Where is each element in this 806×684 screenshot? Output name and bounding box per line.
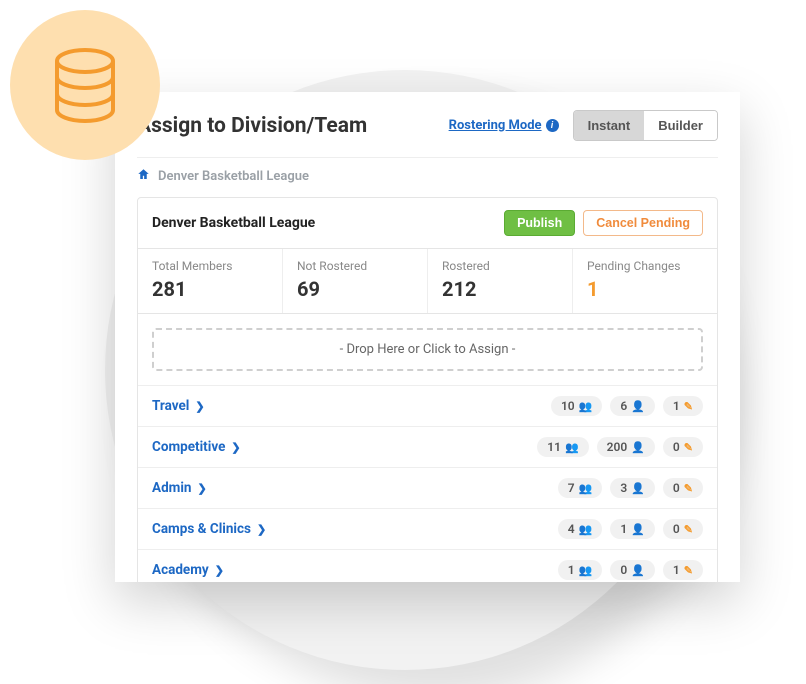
pending-badge[interactable]: 0✎ [663,478,703,498]
division-row-competitive: Competitive ❯ 11👥 200👤 0✎ [138,426,717,467]
people-badge[interactable]: 3👤 [610,478,655,498]
division-badges: 11👥 200👤 0✎ [537,437,703,457]
stat-total-value: 281 [152,277,268,301]
stat-pending-value: 1 [587,277,703,301]
stats-row: Total Members 281 Not Rostered 69 Roster… [138,249,717,314]
people-badge[interactable]: 1👤 [610,519,655,539]
chevron-right-icon: ❯ [215,564,224,577]
info-icon: i [546,119,559,132]
league-name: Denver Basketball League [152,215,315,231]
division-label: Competitive [152,439,225,455]
database-icon [51,48,119,123]
header-right: Rostering Mode i Instant Builder [449,110,718,141]
league-panel: Denver Basketball League Publish Cancel … [137,197,718,582]
division-row-camps-clinics: Camps & Clinics ❯ 4👥 1👤 0✎ [138,508,717,549]
chevron-right-icon: ❯ [257,523,266,536]
stat-pending-label: Pending Changes [587,259,703,273]
groups-icon: 👥 [565,442,579,453]
toggle-builder[interactable]: Builder [644,111,717,140]
division-row-travel: Travel ❯ 10👥 6👤 1✎ [138,385,717,426]
division-badges: 4👥 1👤 0✎ [558,519,703,539]
card-header: Assign to Division/Team Rostering Mode i… [115,92,740,153]
groups-badge[interactable]: 1👥 [558,560,603,580]
groups-badge[interactable]: 11👥 [537,437,588,457]
chevron-right-icon: ❯ [195,400,204,413]
stat-rostered-value: 212 [442,277,558,301]
division-link-academy[interactable]: Academy ❯ [152,562,224,578]
panel-head: Denver Basketball League Publish Cancel … [138,198,717,249]
division-link-camps-clinics[interactable]: Camps & Clinics ❯ [152,521,266,537]
pencil-icon: ✎ [684,483,693,494]
stat-rostered: Rostered 212 [428,249,573,313]
chevron-right-icon: ❯ [198,482,207,495]
pending-badge[interactable]: 0✎ [663,519,703,539]
pending-badge[interactable]: 1✎ [663,396,703,416]
pencil-icon: ✎ [684,565,693,576]
division-badges: 10👥 6👤 1✎ [551,396,703,416]
stat-notrostered-value: 69 [297,277,413,301]
stat-total-label: Total Members [152,259,268,273]
toggle-instant[interactable]: Instant [574,111,645,140]
page-title: Assign to Division/Team [137,114,367,138]
panel-actions: Publish Cancel Pending [504,210,703,236]
people-badge[interactable]: 200👤 [597,437,655,457]
groups-icon: 👥 [579,401,593,412]
division-link-travel[interactable]: Travel ❯ [152,398,205,414]
pencil-icon: ✎ [684,524,693,535]
pencil-icon: ✎ [684,401,693,412]
division-label: Camps & Clinics [152,521,251,537]
division-label: Admin [152,480,192,496]
groups-icon: 👥 [579,524,593,535]
publish-button[interactable]: Publish [504,210,575,236]
stat-not-rostered: Not Rostered 69 [283,249,428,313]
division-row-academy: Academy ❯ 1👥 0👤 1✎ [138,549,717,582]
person-icon: 👤 [631,401,645,412]
groups-badge[interactable]: 7👥 [558,478,603,498]
chevron-right-icon: ❯ [231,441,240,454]
division-label: Travel [152,398,189,414]
rostering-mode-link[interactable]: Rostering Mode i [449,118,559,133]
division-label: Academy [152,562,209,578]
person-icon: 👤 [631,483,645,494]
mode-toggle: Instant Builder [573,110,718,141]
groups-badge[interactable]: 4👥 [558,519,603,539]
database-badge [10,10,160,160]
groups-badge[interactable]: 10👥 [551,396,602,416]
stat-pending: Pending Changes 1 [573,249,717,313]
header-divider [137,157,718,158]
people-badge[interactable]: 0👤 [610,560,655,580]
cancel-pending-button[interactable]: Cancel Pending [583,210,703,236]
breadcrumb: Denver Basketball League [115,168,740,197]
division-link-competitive[interactable]: Competitive ❯ [152,439,241,455]
rostering-mode-label: Rostering Mode [449,118,542,133]
breadcrumb-org[interactable]: Denver Basketball League [158,169,309,184]
groups-icon: 👥 [579,483,593,494]
stat-total: Total Members 281 [138,249,283,313]
main-card: Assign to Division/Team Rostering Mode i… [115,92,740,582]
stat-notrostered-label: Not Rostered [297,259,413,273]
home-icon[interactable] [137,168,150,185]
groups-icon: 👥 [579,565,593,576]
people-badge[interactable]: 6👤 [610,396,655,416]
division-row-admin: Admin ❯ 7👥 3👤 0✎ [138,467,717,508]
person-icon: 👤 [631,524,645,535]
division-badges: 7👥 3👤 0✎ [558,478,703,498]
person-icon: 👤 [631,565,645,576]
pencil-icon: ✎ [684,442,693,453]
person-icon: 👤 [631,442,645,453]
stat-rostered-label: Rostered [442,259,558,273]
pending-badge[interactable]: 0✎ [663,437,703,457]
pending-badge[interactable]: 1✎ [663,560,703,580]
assign-dropzone[interactable]: - Drop Here or Click to Assign - [152,328,703,371]
division-link-admin[interactable]: Admin ❯ [152,480,207,496]
division-badges: 1👥 0👤 1✎ [558,560,703,580]
